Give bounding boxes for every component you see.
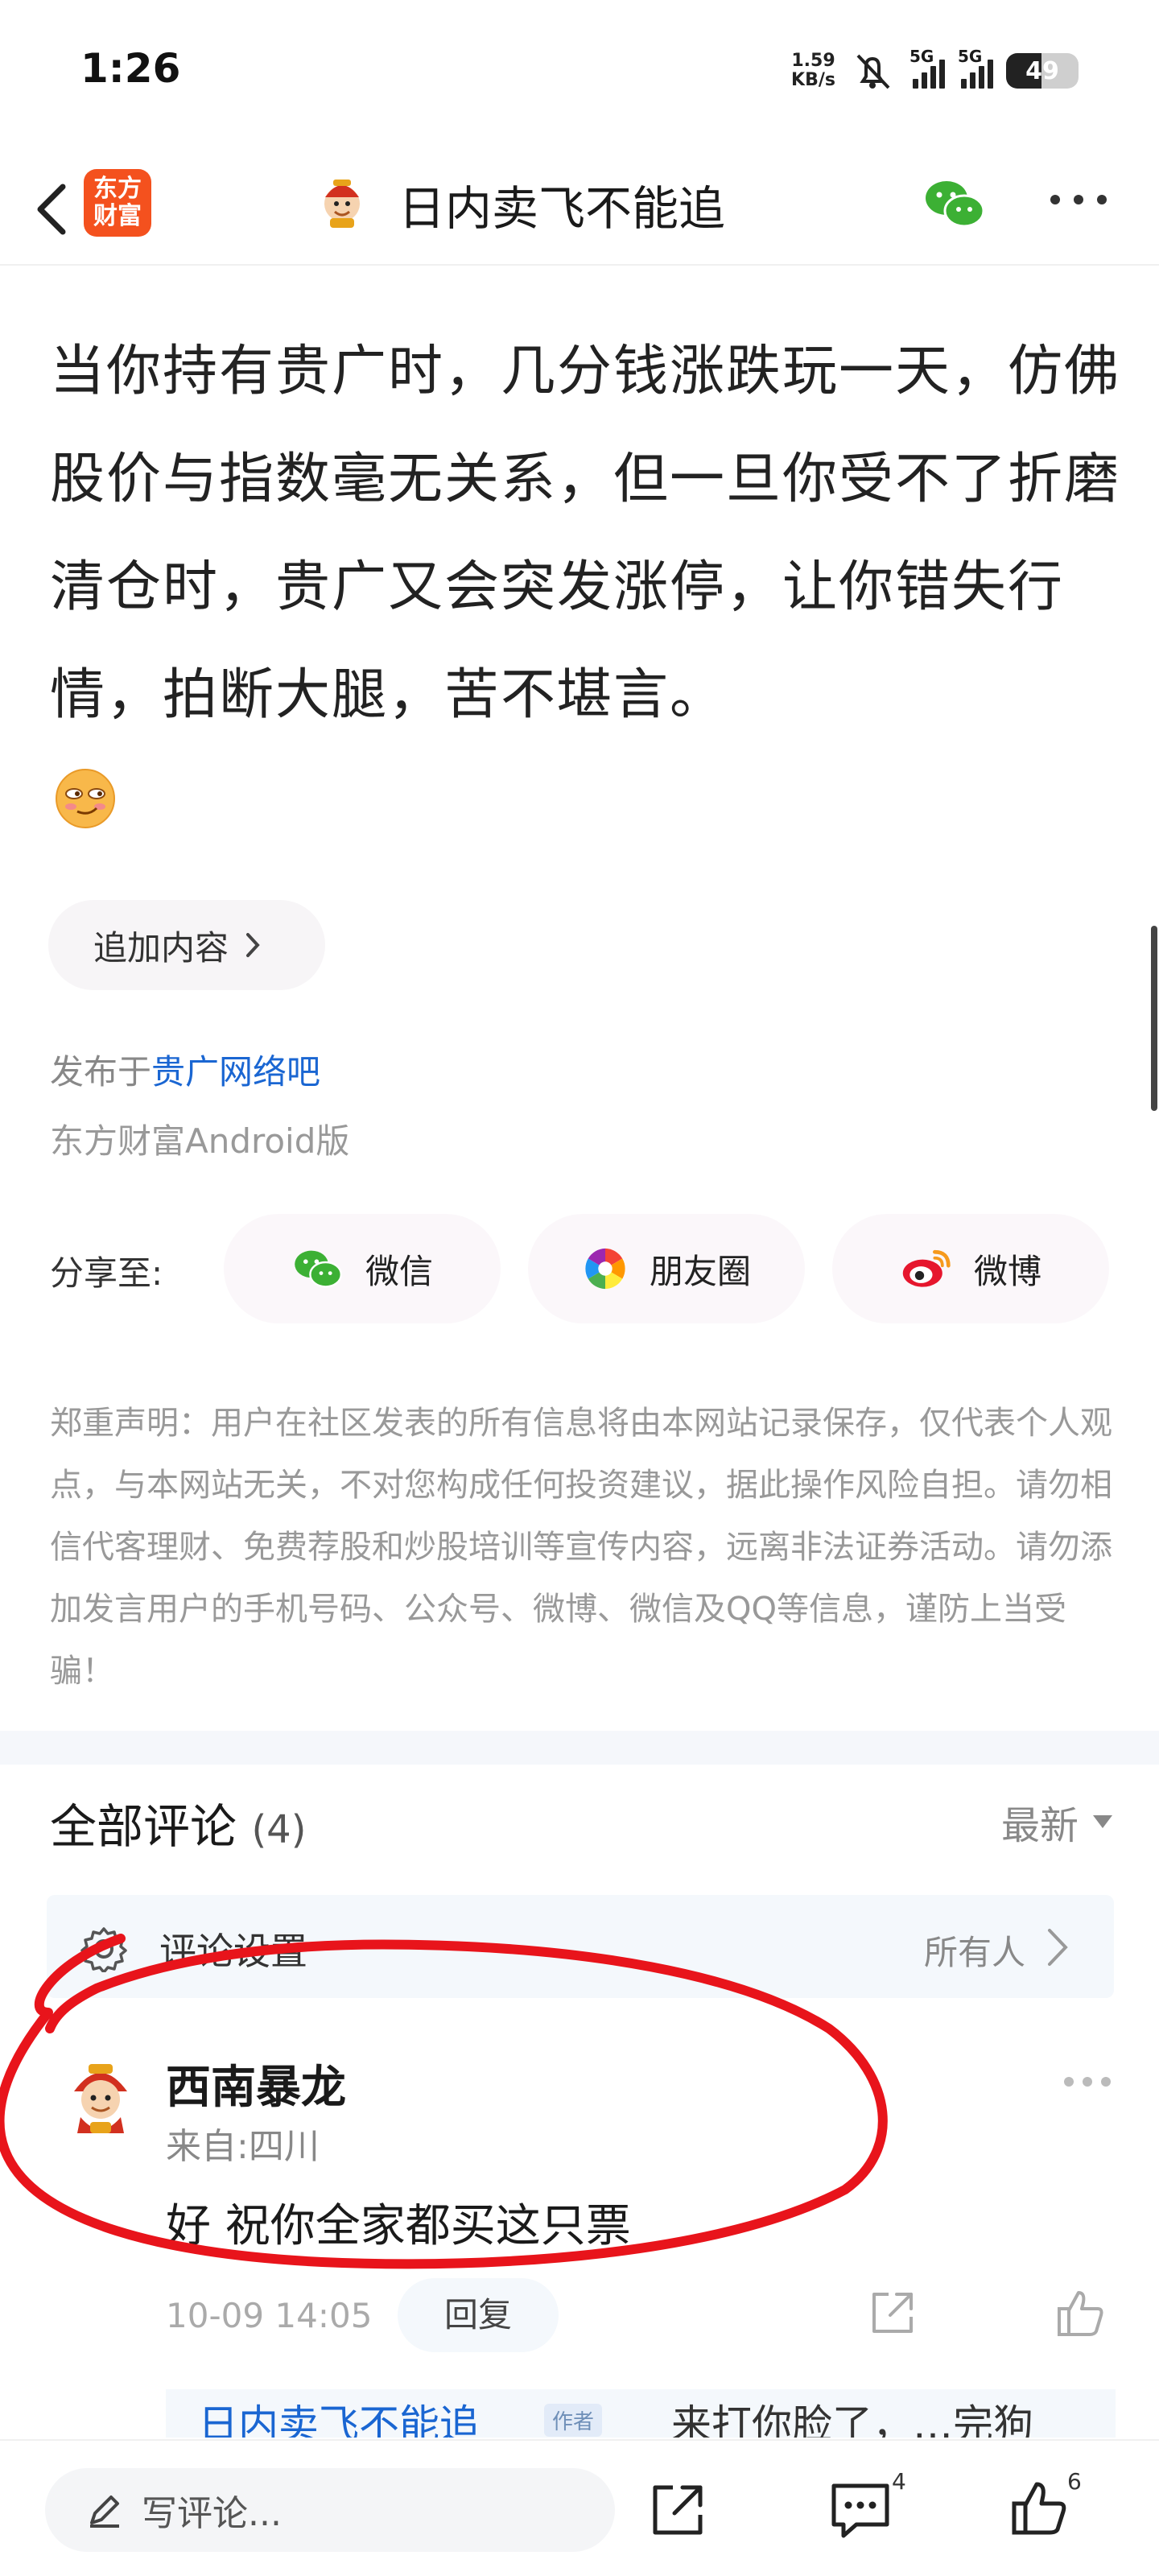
status-icons: 1.59 KB/s 5G 5G 49 xyxy=(791,47,1079,95)
share-wechat-label: 微信 xyxy=(365,1251,433,1291)
write-comment-placeholder: 写评论... xyxy=(142,2493,282,2534)
share-moments-label: 朋友圈 xyxy=(649,1251,751,1291)
network-speed: 1.59 KB/s xyxy=(791,52,835,90)
comments-title: 全部评论 xyxy=(50,1799,237,1854)
status-time: 1:26 xyxy=(80,45,181,92)
disclaimer-text: 郑重声明：用户在社区发表的所有信息将由本网站记录保存，仅代表个人观点，与本网站无… xyxy=(50,1405,1112,1690)
comment-more-icon[interactable] xyxy=(1064,2077,1111,2088)
page-title: 日内卖飞不能追 xyxy=(398,181,726,236)
client-info: 东方财富Android版 xyxy=(50,1121,350,1161)
post-body: 当你持有贵广时，几分钱涨跌玩一天，仿佛股价与指数毫无关系，但一旦你受不了折磨清仓… xyxy=(50,340,1121,727)
signal-2-label: 5G xyxy=(958,47,983,66)
share-moments-button[interactable]: 朋友圈 xyxy=(528,1214,805,1323)
author-avatar[interactable] xyxy=(314,173,370,229)
smirk-emoji-icon xyxy=(56,769,115,828)
add-content-label: 追加内容 xyxy=(93,927,229,968)
comment-count: 4 xyxy=(892,2468,906,2495)
battery-icon: 49 xyxy=(1006,53,1079,89)
status-bar: 1:26 1.59 KB/s 5G 5G 49 xyxy=(0,0,1159,145)
moments-icon xyxy=(584,1248,626,1290)
comment-bubble-icon[interactable] xyxy=(829,2479,892,2539)
more-options-icon[interactable] xyxy=(1050,192,1107,208)
share-weibo-button[interactable]: 微博 xyxy=(832,1214,1109,1323)
section-divider xyxy=(0,1731,1159,1765)
share-icon[interactable] xyxy=(868,2288,918,2338)
wechat-share-icon[interactable] xyxy=(922,175,987,232)
sort-label: 最新 xyxy=(1000,1803,1079,1848)
comment-time: 10-09 14:05 xyxy=(166,2296,373,2335)
author-badge: 作者 xyxy=(544,2404,603,2437)
reply-button[interactable]: 回复 xyxy=(398,2278,559,2352)
share-icon[interactable] xyxy=(649,2481,707,2539)
pencil-icon xyxy=(90,2496,119,2528)
bottom-action-bar: 写评论... 4 6 xyxy=(0,2439,1159,2576)
commenter-location: 来自:四川 xyxy=(166,2126,320,2167)
commenter-name[interactable]: 西南暴龙 xyxy=(166,2051,346,2116)
comment-settings-value: 所有人 xyxy=(923,1933,1025,1972)
signal-icon-2: 5G xyxy=(958,47,993,89)
sort-dropdown[interactable]: 最新 xyxy=(1001,1794,1112,1850)
comments-header: 全部评论 (4) xyxy=(50,1789,306,1856)
sub-reply-text: 来打你脸了，…完狗 xyxy=(671,2401,1033,2438)
thumbs-up-icon[interactable] xyxy=(1009,2478,1069,2537)
commenter-avatar[interactable] xyxy=(56,2053,145,2141)
comment-settings-label: 评论设置 xyxy=(159,1930,307,1973)
brand-logo[interactable]: 东方财富 xyxy=(84,169,151,237)
caret-down-icon xyxy=(1093,1815,1112,1828)
like-count: 6 xyxy=(1067,2468,1082,2495)
share-label: 分享至: xyxy=(50,1253,163,1293)
chevron-right-icon xyxy=(1048,1929,1068,1966)
share-weibo-label: 微博 xyxy=(973,1251,1041,1291)
forum-link[interactable]: 贵广网络吧 xyxy=(151,1052,320,1092)
share-wechat-button[interactable]: 微信 xyxy=(224,1214,501,1323)
scrollbar-thumb[interactable] xyxy=(1151,926,1157,1111)
network-speed-value: 1.59 xyxy=(791,51,835,71)
mute-bell-icon xyxy=(856,54,890,89)
top-nav-bar: 东方财富 日内卖飞不能追 xyxy=(0,153,1159,266)
brand-logo-text: 东方财富 xyxy=(93,175,142,230)
battery-level: 49 xyxy=(1025,57,1059,85)
signal-1-label: 5G xyxy=(909,47,934,66)
wechat-icon xyxy=(295,1250,342,1288)
gear-icon xyxy=(80,1927,127,1972)
share-row: 分享至: 微信 朋友圈 微博 xyxy=(50,1214,1112,1327)
published-prefix: 发布于 xyxy=(50,1052,152,1092)
network-speed-unit: KB/s xyxy=(791,70,835,90)
published-in: 发布于贵广网络吧 xyxy=(50,1045,320,1094)
thumbs-up-icon[interactable] xyxy=(1054,2286,1107,2339)
back-arrow-icon[interactable] xyxy=(24,177,80,242)
write-comment-input[interactable]: 写评论... xyxy=(45,2468,615,2552)
comments-count: (4) xyxy=(251,1807,307,1852)
sub-reply-preview[interactable]: 日内卖飞不能追 作者 来打你脸了，…完狗 xyxy=(166,2389,1116,2438)
signal-icon-1: 5G xyxy=(909,47,945,89)
sub-reply-user[interactable]: 日内卖飞不能追 xyxy=(198,2392,480,2438)
weibo-icon xyxy=(902,1249,951,1287)
chevron-right-icon xyxy=(246,933,260,957)
comment-settings-row[interactable]: 评论设置 所有人 xyxy=(47,1895,1114,1998)
comment-text: 好 祝你全家都买这只票 xyxy=(166,2200,631,2252)
add-content-button[interactable]: 追加内容 xyxy=(48,900,325,990)
